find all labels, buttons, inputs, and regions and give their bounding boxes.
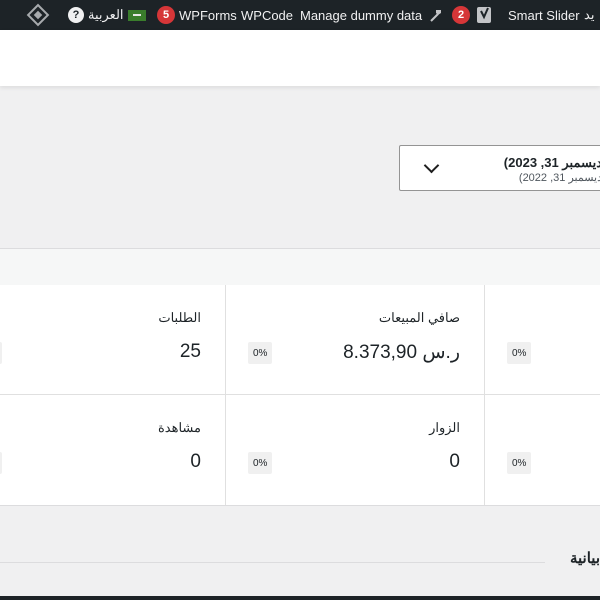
smart-slider-menu[interactable]: Smart Slider: [508, 0, 580, 30]
stat-partial-right[interactable]: 0%: [485, 285, 600, 395]
stat-value: 0: [449, 451, 460, 472]
wpforms-label: WPForms: [179, 7, 237, 23]
stat-delta: 0%: [248, 452, 273, 474]
chevron-down-icon: [423, 157, 440, 174]
section-header-band: [0, 248, 600, 287]
stat-value: 8.373,90 ر.س: [343, 342, 460, 363]
language-switcher[interactable]: ? العربية: [64, 0, 146, 30]
hammer-icon: [430, 10, 442, 22]
updates-count-badge: 2: [452, 6, 470, 24]
new-content-label: يد: [584, 7, 595, 22]
yoast-icon: [477, 7, 491, 23]
date-range-comparison: ديسمبر 31, 2022): [518, 172, 600, 184]
stat-value: 0: [190, 451, 201, 472]
wpforms-menu[interactable]: 5 WPForms: [157, 0, 237, 30]
bottom-edge: [0, 596, 600, 600]
help-icon: ?: [68, 7, 84, 23]
wpcode-label: WPCode: [241, 7, 294, 23]
stat-orders[interactable]: الطلبات 25 0%: [0, 285, 225, 395]
date-range-primary: ديسمبر 31, 2023): [503, 155, 600, 170]
updates-menu[interactable]: 2: [452, 0, 474, 30]
stat-label: مشاهدة: [157, 420, 201, 435]
stat-label: الطلبات: [158, 310, 201, 325]
stat-views[interactable]: مشاهدة 0 0%: [0, 395, 225, 504]
page-header: [0, 30, 600, 86]
stat-label: صافي المبيعات: [378, 310, 460, 325]
language-label: العربية: [88, 7, 124, 22]
stat-delta: 0%: [507, 342, 532, 364]
stat-label: الزوار: [429, 420, 460, 435]
stat-delta: 0%: [248, 342, 273, 364]
wpforms-count-badge: 5: [157, 6, 175, 24]
stat-delta: 0%: [507, 452, 532, 474]
section-divider: [0, 562, 545, 563]
yoast-menu[interactable]: [476, 0, 494, 30]
date-range-picker[interactable]: ديسمبر 31, 2023) ديسمبر 31, 2022): [399, 145, 600, 191]
flag-icon: [127, 9, 146, 21]
stat-delta: 0%: [0, 452, 3, 474]
stat-net-sales[interactable]: صافي المبيعات 8.373,90 ر.س 0%: [226, 285, 484, 395]
stat-visitors[interactable]: الزوار 0 0%: [226, 395, 484, 504]
manage-dummy-data-menu[interactable]: Manage dummy data: [300, 0, 444, 30]
wpcode-menu[interactable]: WPCode: [241, 0, 293, 30]
performance-stats-grid: الطلبات 25 0% صافي المبيعات 8.373,90 ر.س…: [0, 285, 600, 506]
stat-value: 25: [179, 341, 201, 362]
admin-bar: ? العربية 5 WPForms WPCode Manage dummy …: [0, 0, 600, 30]
charts-section-title: بيانية: [569, 550, 600, 567]
new-content-menu[interactable]: يد: [584, 0, 594, 30]
stat-partial-right[interactable]: 0%: [485, 395, 600, 504]
site-menu-item[interactable]: [26, 0, 50, 30]
manage-dummy-label: Manage dummy data: [300, 7, 423, 23]
smart-slider-label: Smart Slider: [508, 7, 580, 23]
wordpress-diamond-icon: [26, 3, 50, 27]
stat-delta: 0%: [0, 342, 3, 364]
